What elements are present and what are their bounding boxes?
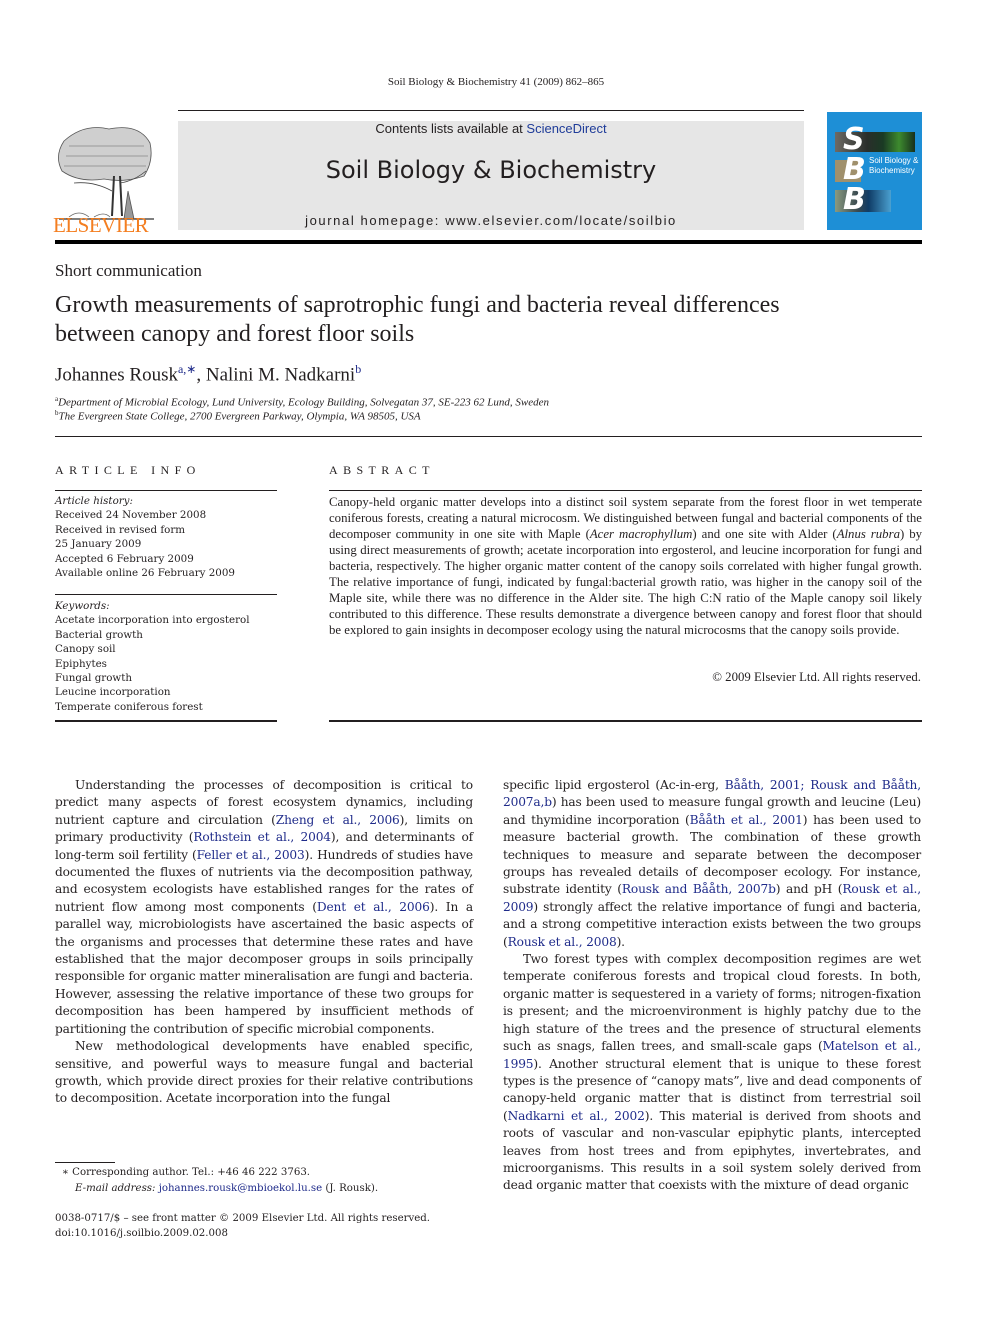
affiliation: bThe Evergreen State College, 2700 Everg… [55,409,421,423]
sciencedirect-link[interactable]: ScienceDirect [526,121,606,136]
abstract-copyright: © 2009 Elsevier Ltd. All rights reserved… [712,670,921,684]
email-label: E-mail address: [75,1183,159,1194]
author-affiliation-marker[interactable]: b [355,362,361,376]
cover-title-line: Soil Biology & [869,156,919,165]
affiliation-text: Department of Microbial Ecology, Lund Un… [58,396,549,409]
footnote-rule [55,1162,115,1163]
cover-title: Soil Biology & Biochemistry [869,156,918,176]
species-name: Alnus rubra [836,527,900,541]
corresponding-author-note: ∗ Corresponding author. Tel.: +46 46 222… [62,1167,311,1178]
text-run: ) and pH ( [775,882,843,897]
email-suffix: (J. Rousk). [322,1183,379,1194]
affiliation-text: The Evergreen State College, 2700 Evergr… [58,410,421,423]
abstract-text: Canopy-held organic matter develops into… [329,494,922,638]
article-info-heading: ARTICLE INFO [55,463,201,477]
elsevier-wordmark: ELSEVIER [53,213,149,237]
body-paragraph: specific lipid ergosterol (Ac-in-erg, Bå… [503,777,921,951]
article-history: Article history: Received 24 November 20… [55,494,277,580]
body-column-right: specific lipid ergosterol (Ac-in-erg, Bå… [503,777,921,1195]
citation-link[interactable]: Nadkarni et al., 2002 [508,1109,645,1123]
keyword: Leucine incorporation [55,686,171,699]
journal-homepage-link[interactable]: journal homepage: www.elsevier.com/locat… [178,213,804,228]
journal-cover-thumbnail: S B B Soil Biology & Biochemistry [827,112,922,230]
citation-link[interactable]: Bååth et al., 2001 [690,813,803,827]
keywords-rule [55,594,277,595]
text-run: ). [616,934,626,949]
cover-letter: B [843,182,866,217]
keyword: Epiphytes [55,657,107,670]
article-title-line: Growth measurements of saprotrophic fung… [55,292,780,318]
history-item: Received 24 November 2008 [55,509,207,522]
citation-link[interactable]: Zheng et al., 2006 [276,813,400,827]
article-info-bottom-rule [55,720,277,722]
journal-title: Soil Biology & Biochemistry [325,156,657,184]
keywords-label: Keywords: [55,600,110,612]
citation-link[interactable]: Rousk and Bååth, 2007b [622,882,776,896]
keyword: Canopy soil [55,643,116,656]
keyword: Temperate coniferous forest [55,700,203,713]
email-link[interactable]: johannes.rousk@mbioekol.lu.se [159,1183,322,1194]
article-title: Growth measurements of saprotrophic fung… [55,291,935,349]
cover-title-line: Biochemistry [869,166,915,175]
affiliation: aDepartment of Microbial Ecology, Lund U… [55,395,549,409]
running-head: Soil Biology & Biochemistry 41 (2009) 86… [387,76,605,88]
header-rule [178,110,804,111]
history-item: Received in revised form [55,523,186,536]
abstract-heading: ABSTRACT [329,463,435,477]
abstract-segment: ) by using direct measurements of growth… [329,527,922,637]
author-list: Johannes Rouska,∗, Nalini M. Nadkarnib [55,362,361,386]
email-note: E-mail address: johannes.rousk@mbioekol.… [75,1181,378,1196]
keyword: Bacterial growth [55,628,143,641]
header-divider [55,436,922,437]
abstract-bottom-rule [329,720,922,722]
masthead-rule [55,240,922,244]
body-paragraph: New methodological developments have ena… [55,1039,473,1106]
body-column-left: Understanding the processes of decomposi… [55,777,473,1108]
text-run: specific lipid ergosterol (Ac-in-erg, [503,778,725,792]
author-affiliation-marker[interactable]: a,∗ [178,362,196,376]
citation-link[interactable]: Dent et al., 2006 [317,900,430,914]
article-info-rule [55,490,277,491]
citation-link[interactable]: Rothstein et al., 2004 [193,830,331,844]
keyword: Fungal growth [55,672,133,685]
history-item: Accepted 6 February 2009 [55,552,194,565]
article-title-line: between canopy and forest floor soils [55,321,415,347]
body-paragraph: Understanding the processes of decomposi… [55,777,473,1038]
author-name: , Nalini M. Nadkarni [196,364,356,386]
contents-prefix: Contents lists available at [375,121,527,136]
contents-line: Contents lists available at ScienceDirec… [178,121,804,136]
abstract-segment: ) and one site with Alder ( [692,527,837,541]
author-name: Johannes Rousk [55,364,178,386]
doi-line[interactable]: doi:10.1016/j.soilbio.2009.02.008 [55,1226,228,1241]
text-run: ). In a parallel way, microbiologists ha… [55,899,474,1036]
keywords-list: Keywords: Acetate incorporation into erg… [55,599,277,714]
citation-link[interactable]: Rousk et al., 2008 [508,935,617,949]
body-paragraph: Two forest types with complex decomposit… [503,951,921,1195]
text-run: Two forest types with complex decomposit… [503,952,921,1054]
issn-line: 0038-0717/$ – see front matter © 2009 El… [55,1213,431,1224]
species-name: Acer macrophyllum [589,527,693,541]
article-history-label: Article history: [55,495,133,507]
history-item: Available online 26 February 2009 [55,567,235,580]
citation-link[interactable]: Feller et al., 2003 [197,848,305,862]
article-type: Short communication [55,261,202,280]
keyword: Acetate incorporation into ergosterol [55,614,250,627]
history-item: 25 January 2009 [55,538,142,551]
abstract-rule [329,490,922,491]
